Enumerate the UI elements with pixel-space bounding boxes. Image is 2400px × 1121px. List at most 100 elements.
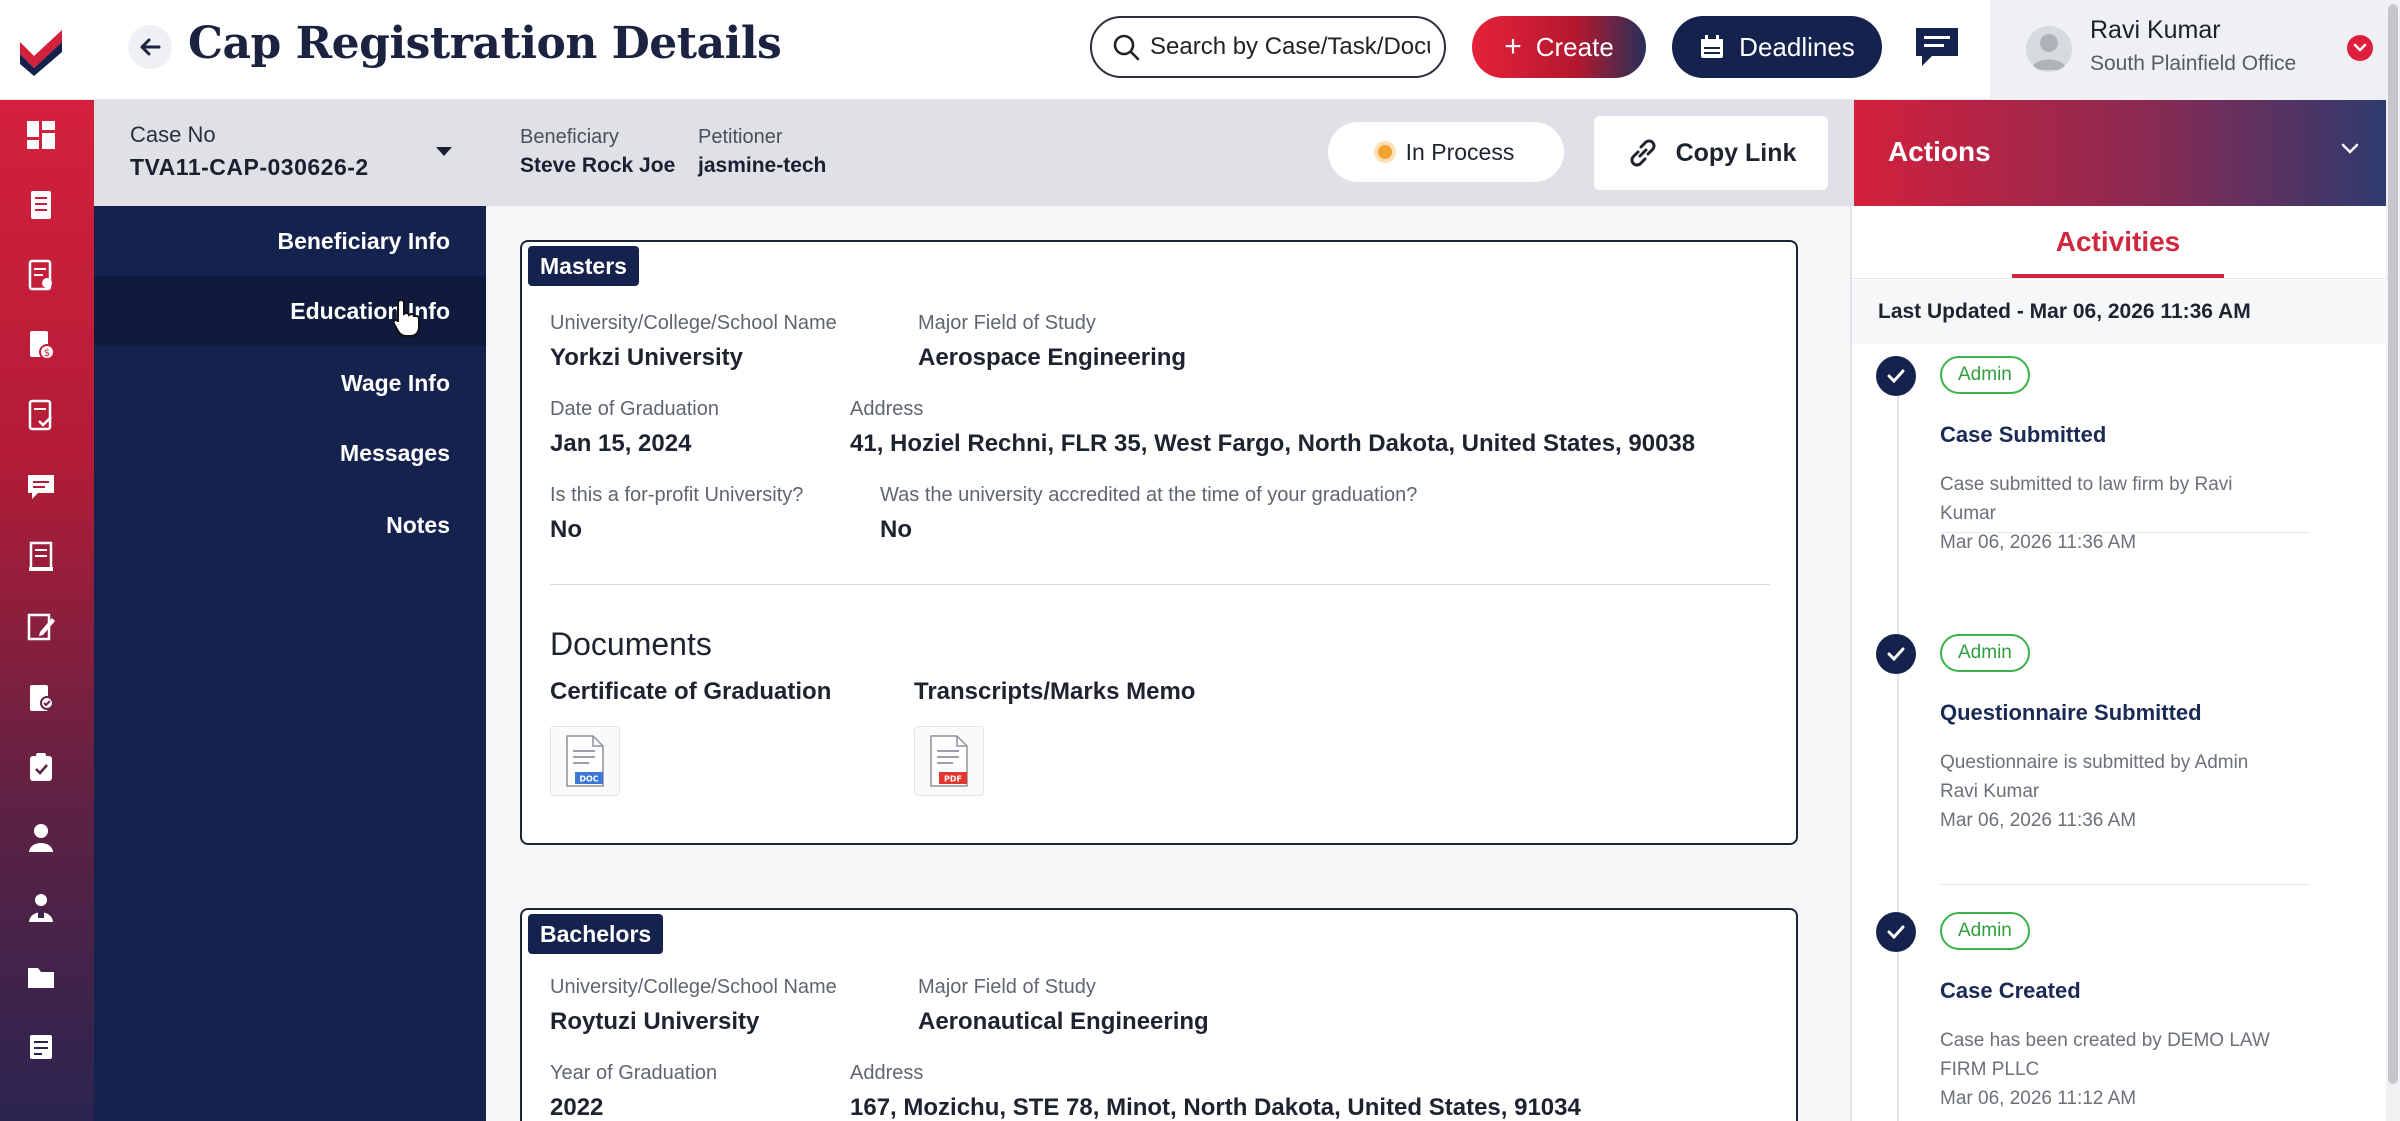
- activity-desc: Case submitted to law firm by Ravi Kumar…: [1940, 470, 2280, 557]
- chevron-down-icon[interactable]: [2347, 35, 2373, 61]
- divider: [1852, 278, 2388, 279]
- education-content[interactable]: Masters University/College/School Name Y…: [486, 206, 1850, 1121]
- major-label: Major Field of Study: [918, 312, 1096, 334]
- major-value: Aeronautical Engineering: [918, 1008, 1209, 1035]
- page-scrollbar-thumb[interactable]: [2388, 4, 2398, 1084]
- activity-description: Case submitted to law firm by Ravi Kumar: [1940, 474, 2233, 524]
- university-label: University/College/School Name: [550, 312, 837, 334]
- nav-label: Beneficiary Info: [277, 228, 450, 254]
- svg-text:PDF: PDF: [944, 775, 962, 784]
- nav-label: Education Info: [290, 298, 450, 324]
- case-header: Case No TVA11-CAP-030626-2 Beneficiary S…: [94, 100, 1854, 206]
- nav-item-beneficiary-info[interactable]: Beneficiary Info: [94, 206, 486, 276]
- user-icon[interactable]: [24, 820, 58, 854]
- accredited-label: Was the university accredited at the tim…: [880, 484, 1418, 506]
- users-icon[interactable]: [24, 890, 58, 924]
- copy-link-label: Copy Link: [1675, 138, 1797, 167]
- actions-header[interactable]: Actions: [1854, 100, 2386, 206]
- document-name[interactable]: Certificate of Graduation: [550, 678, 831, 706]
- deadlines-button[interactable]: Deadlines: [1672, 16, 1882, 78]
- notes-icon[interactable]: [24, 610, 58, 644]
- case-no-label: Case No: [130, 122, 216, 147]
- activity-desc: Questionnaire is submitted by Admin Ravi…: [1940, 748, 2280, 835]
- billing-icon[interactable]: $: [24, 328, 58, 362]
- reports-icon[interactable]: [24, 680, 58, 714]
- chevron-down-icon[interactable]: [2340, 142, 2360, 161]
- graduation-date-value: Jan 15, 2024: [550, 430, 692, 457]
- activity-time: Mar 06, 2026 11:36 AM: [1940, 810, 2137, 831]
- for-profit-label: Is this a for-profit University?: [550, 484, 804, 506]
- status-dot-icon: [1377, 145, 1392, 159]
- avatar: [2026, 26, 2072, 72]
- search-icon: [1113, 34, 1140, 61]
- divider: [1940, 884, 2310, 885]
- forms-icon[interactable]: [24, 258, 58, 292]
- create-button-label: Create: [1535, 31, 1614, 62]
- cases-icon[interactable]: [24, 188, 58, 222]
- document-name[interactable]: Transcripts/Marks Memo: [914, 678, 1195, 706]
- clipboard-icon[interactable]: [24, 750, 58, 784]
- documents-icon[interactable]: [24, 540, 58, 574]
- page-title: Cap Registration Details: [188, 18, 782, 69]
- address-label: Address: [850, 1062, 924, 1084]
- nav-item-notes[interactable]: Notes: [94, 490, 486, 560]
- address-value: 41, Hoziel Rechni, FLR 35, West Fargo, N…: [850, 430, 1696, 457]
- address-label: Address: [850, 398, 924, 420]
- svg-text:DOC: DOC: [579, 775, 598, 784]
- check-icon: [1876, 634, 1916, 674]
- major-value: Aerospace Engineering: [918, 344, 1187, 371]
- divider: [1940, 532, 2310, 533]
- graduation-year-label: Year of Graduation: [550, 1062, 718, 1084]
- activity-time: Mar 06, 2026 11:12 AM: [1940, 1088, 2137, 1109]
- beneficiary-value: Steve Rock Joe: [520, 154, 676, 177]
- nav-item-wage-info[interactable]: Wage Info: [94, 348, 486, 418]
- check-icon: [1876, 912, 1916, 952]
- status-label: In Process: [1405, 138, 1515, 165]
- actions-title: Actions: [1888, 136, 1991, 167]
- section-nav: Beneficiary Info Education Info Wage Inf…: [94, 206, 486, 1121]
- copy-link-button[interactable]: Copy Link: [1594, 116, 1828, 190]
- for-profit-value: No: [550, 516, 582, 543]
- user-menu[interactable]: Ravi Kumar South Plainfield Office: [1990, 0, 2400, 100]
- nav-item-education-info[interactable]: Education Info: [94, 276, 486, 346]
- user-office: South Plainfield Office: [2090, 52, 2297, 75]
- nav-label: Notes: [386, 512, 450, 538]
- nav-label: Wage Info: [340, 370, 450, 396]
- activity-description: Questionnaire is submitted by Admin Ravi…: [1940, 752, 2249, 802]
- activity-description: Case has been created by DEMO LAW FIRM P…: [1940, 1030, 2270, 1080]
- activities-panel[interactable]: Activities Last Updated - Mar 06, 2026 1…: [1850, 206, 2388, 1121]
- major-label: Major Field of Study: [918, 976, 1096, 998]
- university-label: University/College/School Name: [550, 976, 837, 998]
- pdf-file-icon[interactable]: PDF: [914, 726, 984, 796]
- last-updated: Last Updated - Mar 06, 2026 11:36 AM: [1852, 280, 2388, 344]
- create-button[interactable]: + Create: [1472, 16, 1646, 78]
- masters-card: Masters University/College/School Name Y…: [520, 240, 1798, 845]
- templates-icon[interactable]: [24, 1030, 58, 1064]
- nav-label: Messages: [340, 440, 450, 466]
- petitioner-label: Petitioner: [698, 126, 783, 148]
- doc-file-icon[interactable]: DOC: [550, 726, 620, 796]
- accredited-value: No: [880, 516, 912, 543]
- tasks-icon[interactable]: [24, 398, 58, 432]
- folder-icon[interactable]: [24, 960, 58, 994]
- tab-activities[interactable]: Activities: [2012, 226, 2224, 258]
- search-box[interactable]: [1090, 16, 1446, 78]
- university-value: Yorkzi University: [550, 344, 743, 371]
- address-value: 167, Mozichu, STE 78, Minot, North Dakot…: [850, 1094, 1581, 1121]
- caret-down-icon[interactable]: [434, 144, 454, 163]
- activity-title: Case Submitted: [1940, 422, 2107, 447]
- search-input[interactable]: [1150, 33, 1430, 61]
- nav-item-messages[interactable]: Messages: [94, 418, 486, 488]
- messages-icon[interactable]: [24, 470, 58, 504]
- back-arrow-icon[interactable]: [128, 25, 172, 69]
- chat-icon[interactable]: [1912, 24, 1962, 70]
- status-badge: In Process: [1328, 122, 1564, 182]
- graduation-date-label: Date of Graduation: [550, 398, 719, 420]
- dashboard-icon[interactable]: [24, 118, 58, 152]
- user-name: Ravi Kumar: [2090, 16, 2221, 44]
- link-icon: [1630, 139, 1656, 167]
- check-icon: [1876, 356, 1916, 396]
- case-no-value[interactable]: TVA11-CAP-030626-2: [130, 154, 369, 181]
- role-badge: Admin: [1940, 912, 2030, 950]
- app-logo-icon[interactable]: [14, 22, 70, 78]
